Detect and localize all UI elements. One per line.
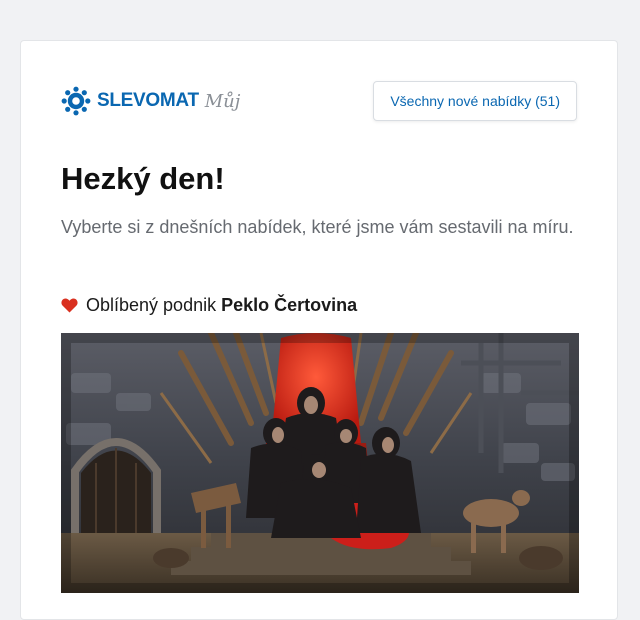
venue-photo-image [61,333,579,593]
logo-subtitle: Můj [204,90,241,112]
page-subtitle: Vyberte si z dnešních nabídek, které jsm… [61,217,574,237]
page-title: Hezký den! [61,161,225,196]
logo-text: SLEVOMAT [97,90,199,111]
slevomat-logo[interactable]: SLEVOMAT Můj [61,86,240,116]
favorite-venue-heading: Oblíbený podnik Peklo Čertovina [61,295,357,316]
favorite-prefix: Oblíbený podnik [86,295,217,315]
gear-icon [61,86,91,116]
email-card: SLEVOMAT Můj Všechny nové nabídky (51) H… [20,40,618,620]
heart-icon [61,298,78,313]
all-offers-button[interactable]: Všechny nové nabídky (51) [373,81,577,121]
venue-photo[interactable] [61,333,579,593]
favorite-venue-name[interactable]: Peklo Čertovina [221,295,357,316]
header: SLEVOMAT Můj Všechny nové nabídky (51) [61,81,577,121]
